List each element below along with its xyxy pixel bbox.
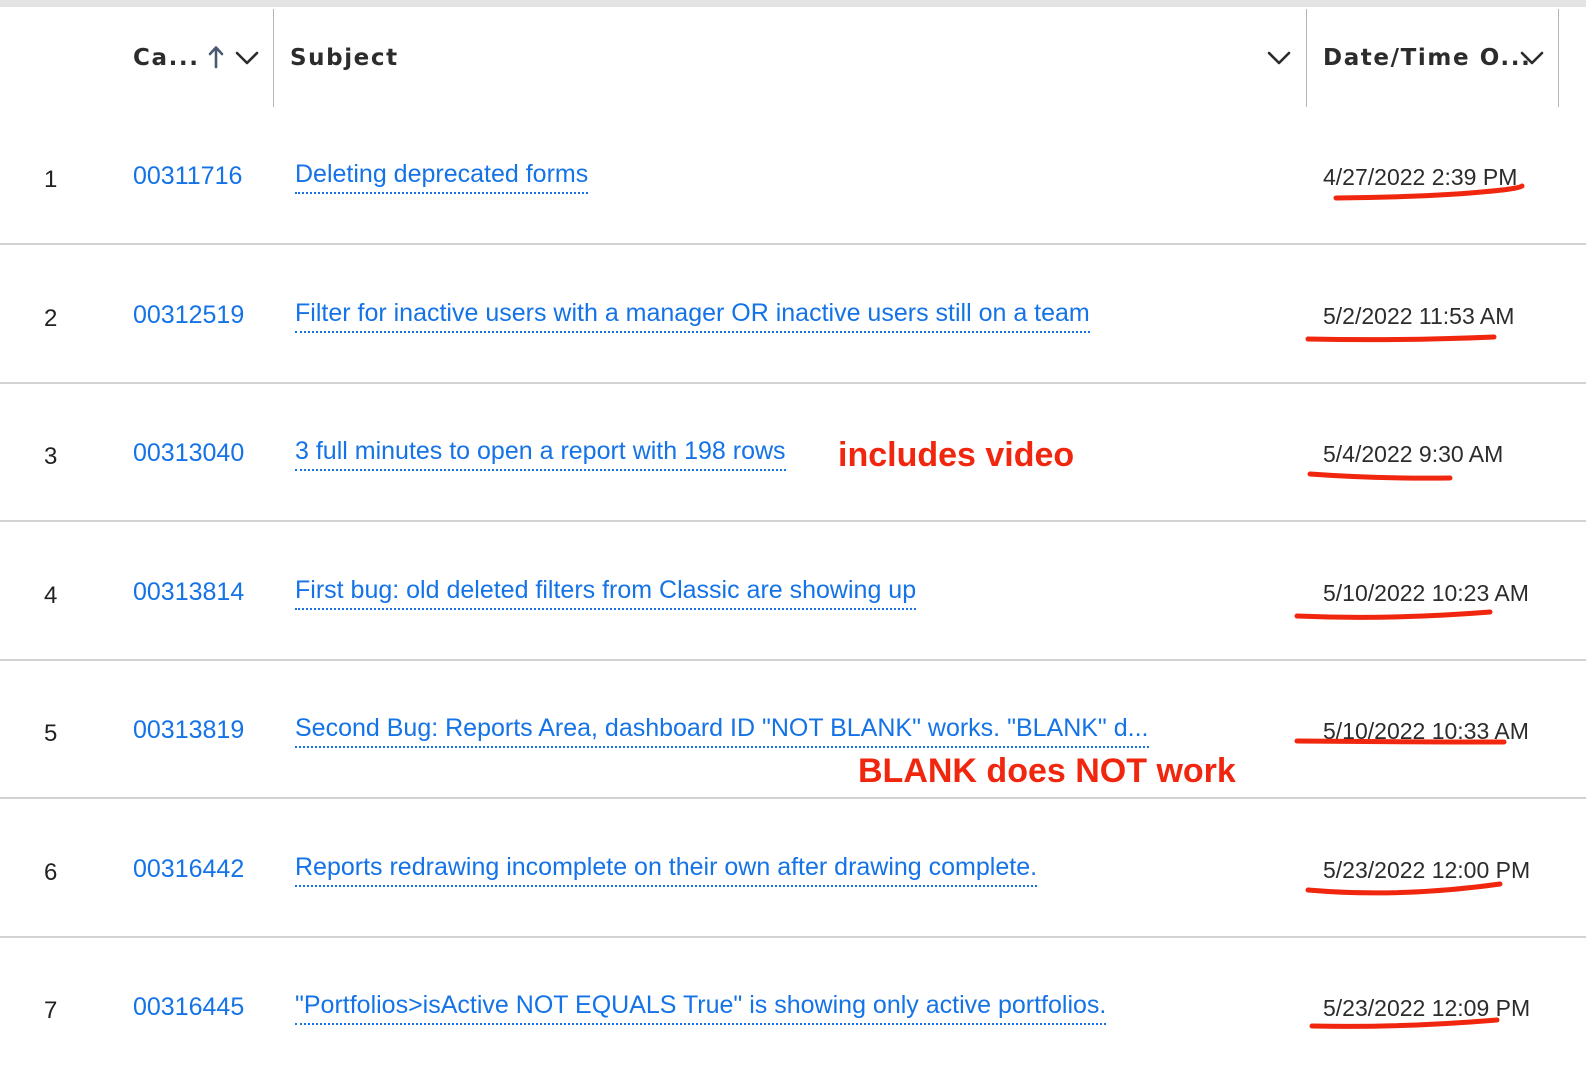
subject-link[interactable]: Second Bug: Reports Area, dashboard ID "…	[295, 714, 1149, 748]
subject-link[interactable]: 3 full minutes to open a report with 198…	[295, 437, 786, 471]
case-number-link[interactable]: 00313040	[133, 439, 244, 468]
row-number: 5	[44, 720, 58, 747]
table-row: 1 00311716 Deleting deprecated forms 4/2…	[0, 107, 1586, 245]
case-number-link[interactable]: 00313819	[133, 716, 244, 745]
date-opened: 5/2/2022 11:53 AM	[1323, 303, 1515, 329]
arrow-up-icon[interactable]	[202, 43, 230, 71]
table-header: Ca... Subject Date/Time O...	[0, 7, 1586, 107]
subject-link[interactable]: Deleting deprecated forms	[295, 160, 589, 194]
case-number-link[interactable]: 00312519	[133, 301, 244, 330]
date-opened: 5/10/2022 10:23 AM	[1323, 580, 1529, 606]
column-resize-handle[interactable]	[1306, 9, 1307, 107]
case-number-link[interactable]: 00311716	[133, 162, 242, 191]
subject-link[interactable]: First bug: old deleted filters from Clas…	[295, 576, 917, 610]
column-resize-handle[interactable]	[273, 9, 274, 107]
date-opened: 5/4/2022 9:30 AM	[1323, 441, 1504, 467]
chevron-down-icon[interactable]	[233, 43, 261, 71]
case-number-link[interactable]: 00316442	[133, 855, 244, 884]
column-resize-handle[interactable]	[1558, 9, 1559, 107]
table-row: 3 00313040 3 full minutes to open a repo…	[0, 384, 1586, 522]
row-number: 7	[44, 997, 58, 1024]
row-number: 6	[44, 859, 58, 886]
table-row: 4 00313814 First bug: old deleted filter…	[0, 522, 1586, 661]
table-row: 6 00316442 Reports redrawing incomplete …	[0, 799, 1586, 938]
subject-link[interactable]: "Portfolios>isActive NOT EQUALS True" is…	[295, 991, 1107, 1025]
date-opened: 5/23/2022 12:00 PM	[1323, 857, 1531, 883]
table-row: 5 00313819 Second Bug: Reports Area, das…	[0, 661, 1586, 799]
case-number-link[interactable]: 00316445	[133, 993, 244, 1022]
chevron-down-icon[interactable]	[1518, 43, 1546, 71]
row-number: 1	[44, 166, 58, 193]
subject-link[interactable]: Filter for inactive users with a manager…	[295, 299, 1090, 333]
column-header-date[interactable]: Date/Time O...	[1323, 45, 1531, 71]
chevron-down-icon[interactable]	[1265, 43, 1293, 71]
annotation-includes-video: includes video	[838, 436, 1075, 474]
case-number-link[interactable]: 00313814	[133, 578, 244, 607]
table-row: 7 00316445 "Portfolios>isActive NOT EQUA…	[0, 938, 1586, 1076]
table-row: 2 00312519 Filter for inactive users wit…	[0, 245, 1586, 384]
row-number: 3	[44, 443, 58, 470]
column-header-case[interactable]: Ca...	[133, 45, 200, 71]
date-opened: 5/23/2022 12:09 PM	[1323, 995, 1531, 1021]
date-opened: 4/27/2022 2:39 PM	[1323, 164, 1518, 190]
column-header-subject[interactable]: Subject	[290, 45, 399, 71]
subject-link[interactable]: Reports redrawing incomplete on their ow…	[295, 853, 1038, 887]
annotation-blank-does-not-work: BLANK does NOT work	[858, 752, 1236, 790]
row-number: 2	[44, 305, 58, 332]
row-number: 4	[44, 582, 58, 609]
date-opened: 5/10/2022 10:33 AM	[1323, 718, 1529, 744]
top-border	[0, 0, 1586, 7]
